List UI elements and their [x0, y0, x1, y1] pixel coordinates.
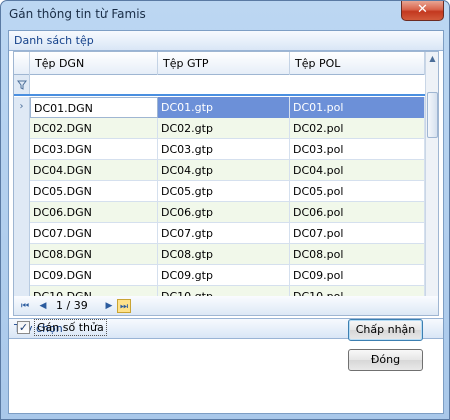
- last-page-icon[interactable]: ⏭: [117, 299, 131, 313]
- prev-page-icon[interactable]: ◀: [36, 299, 50, 313]
- table-cell[interactable]: DC04.pol: [290, 160, 425, 181]
- table-row[interactable]: DC05.DGN DC05.gtp DC05.pol: [14, 181, 425, 202]
- first-page-icon[interactable]: ⏮: [18, 299, 32, 313]
- page-indicator: 1 / 39: [56, 299, 88, 312]
- row-indicator[interactable]: ›: [14, 97, 30, 118]
- close-button[interactable]: Đóng: [348, 349, 423, 371]
- table-cell[interactable]: DC01.pol: [290, 97, 425, 118]
- file-grid[interactable]: Tệp DGN Tệp GTP Tệp POL › DC01.DGN DC01.gt…: [13, 51, 439, 316]
- dialog-window: Gán thông tin từ Famis ✕ Danh sách tệp T…: [0, 0, 450, 420]
- row-indicator[interactable]: [14, 223, 30, 244]
- table-cell[interactable]: DC07.DGN: [30, 223, 158, 244]
- table-cell[interactable]: DC05.DGN: [30, 181, 158, 202]
- table-cell[interactable]: DC05.pol: [290, 181, 425, 202]
- table-cell[interactable]: DC08.gtp: [158, 244, 290, 265]
- file-list-section-header: Danh sách tệp: [9, 31, 443, 51]
- table-cell[interactable]: DC09.DGN: [30, 265, 158, 286]
- scrollbar-thumb[interactable]: [427, 92, 438, 138]
- row-indicator[interactable]: [14, 118, 30, 139]
- row-indicator[interactable]: [14, 139, 30, 160]
- table-cell[interactable]: DC04.DGN: [30, 160, 158, 181]
- title-bar[interactable]: Gán thông tin từ Famis ✕: [1, 1, 449, 29]
- table-cell[interactable]: DC09.pol: [290, 265, 425, 286]
- column-header-dgn[interactable]: Tệp DGN: [30, 52, 158, 75]
- window-title: Gán thông tin từ Famis: [9, 7, 146, 21]
- check-icon: ✓: [18, 321, 29, 334]
- table-cell[interactable]: DC07.gtp: [158, 223, 290, 244]
- table-cell[interactable]: DC02.pol: [290, 118, 425, 139]
- filter-row[interactable]: [14, 75, 425, 96]
- row-indicator[interactable]: [14, 265, 30, 286]
- accept-button[interactable]: Chấp nhận: [348, 319, 423, 341]
- table-cell[interactable]: DC06.DGN: [30, 202, 158, 223]
- table-row[interactable]: DC07.DGN DC07.gtp DC07.pol: [14, 223, 425, 244]
- row-indicator[interactable]: [14, 181, 30, 202]
- assign-parcel-checkbox[interactable]: ✓: [17, 321, 30, 334]
- row-indicator[interactable]: [14, 244, 30, 265]
- row-header-corner: [14, 52, 30, 75]
- grid-pager: ⏮ ◀ 1 / 39 ▶ ⏭: [13, 296, 439, 316]
- grid-header-row: Tệp DGN Tệp GTP Tệp POL: [14, 52, 425, 75]
- table-cell[interactable]: DC06.pol: [290, 202, 425, 223]
- table-row[interactable]: › DC01.DGN DC01.gtp DC01.pol: [14, 97, 425, 118]
- table-cell[interactable]: DC06.gtp: [158, 202, 290, 223]
- table-row[interactable]: DC03.DGN DC03.gtp DC03.pol: [14, 139, 425, 160]
- table-cell[interactable]: DC02.gtp: [158, 118, 290, 139]
- table-row[interactable]: DC02.DGN DC02.gtp DC02.pol: [14, 118, 425, 139]
- table-row[interactable]: DC09.DGN DC09.gtp DC09.pol: [14, 265, 425, 286]
- table-cell[interactable]: DC03.DGN: [30, 139, 158, 160]
- table-cell[interactable]: DC09.gtp: [158, 265, 290, 286]
- table-cell[interactable]: DC04.gtp: [158, 160, 290, 181]
- row-indicator[interactable]: [14, 202, 30, 223]
- table-cell[interactable]: DC01.gtp: [158, 97, 290, 118]
- table-cell[interactable]: DC02.DGN: [30, 118, 158, 139]
- table-row[interactable]: DC04.DGN DC04.gtp DC04.pol: [14, 160, 425, 181]
- table-cell[interactable]: DC07.pol: [290, 223, 425, 244]
- table-cell[interactable]: DC08.DGN: [30, 244, 158, 265]
- table-cell[interactable]: DC03.pol: [290, 139, 425, 160]
- table-cell[interactable]: DC03.gtp: [158, 139, 290, 160]
- close-icon: ✕: [417, 2, 428, 17]
- assign-parcel-label[interactable]: Gán số thửa: [34, 319, 107, 336]
- table-row[interactable]: DC06.DGN DC06.gtp DC06.pol: [14, 202, 425, 223]
- vertical-scrollbar[interactable]: ▲ ▼: [425, 52, 438, 315]
- table-cell[interactable]: DC08.pol: [290, 244, 425, 265]
- table-cell[interactable]: DC05.gtp: [158, 181, 290, 202]
- column-header-gtp[interactable]: Tệp GTP: [158, 52, 290, 75]
- table-row[interactable]: DC08.DGN DC08.gtp DC08.pol: [14, 244, 425, 265]
- grid-rows: › DC01.DGN DC01.gtp DC01.pol DC02.DGN DC02.gt…: [14, 97, 425, 307]
- scroll-up-icon[interactable]: ▲: [426, 52, 438, 66]
- row-indicator[interactable]: [14, 160, 30, 181]
- table-cell[interactable]: DC01.DGN: [30, 97, 158, 118]
- column-header-pol[interactable]: Tệp POL: [290, 52, 425, 75]
- filter-icon[interactable]: [14, 75, 30, 94]
- close-window-button[interactable]: ✕: [401, 1, 444, 21]
- next-page-icon[interactable]: ▶: [102, 299, 116, 313]
